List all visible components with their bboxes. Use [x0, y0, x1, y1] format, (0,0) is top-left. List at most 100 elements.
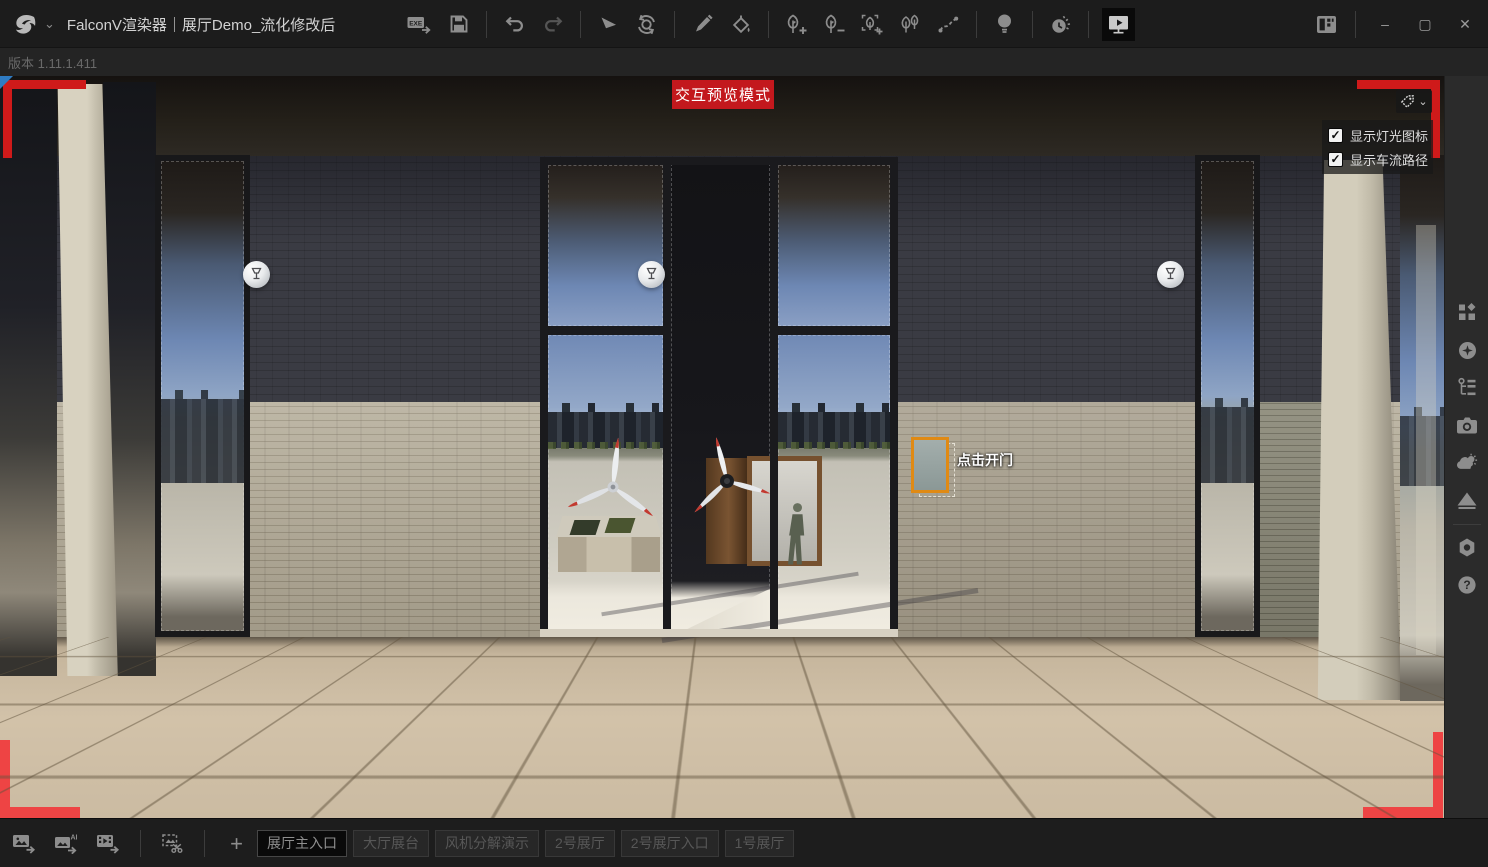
daylight-icon[interactable]	[1046, 10, 1075, 39]
checkbox-checked-icon[interactable]: ✓	[1328, 128, 1343, 143]
minimize-button[interactable]: –	[1370, 9, 1400, 39]
select-cursor-icon[interactable]	[594, 10, 623, 39]
scene-window-right	[1195, 155, 1260, 637]
version-label: 版本 1.11.1.411	[8, 53, 97, 72]
scene-mullion	[663, 163, 671, 637]
save-icon[interactable]	[444, 10, 473, 39]
weather-icon[interactable]	[1456, 451, 1478, 473]
viewpoint-tabs: 展厅主入口 大厅展台 风机分解演示 2号展厅 2号展厅入口 1号展厅	[257, 819, 794, 867]
capture-corner-top-left	[3, 80, 12, 158]
scene-pavement	[0, 637, 1444, 818]
main-toolbar: EXE	[406, 0, 1135, 48]
layout-panels-icon[interactable]	[1312, 10, 1341, 39]
export-exe-icon[interactable]: EXE	[406, 10, 435, 39]
window-title: FalconV渲染器｜展厅Demo_流化修改后	[67, 14, 335, 35]
toolbar-separator	[976, 11, 977, 38]
exhibit-pedestal	[558, 537, 660, 572]
checkbox-label: 显示灯光图标	[1350, 126, 1428, 145]
app-menu[interactable]: ⌄ FalconV渲染器｜展厅Demo_流化修改后	[8, 0, 335, 48]
scene-glass-far-left	[0, 80, 57, 676]
assets-icon[interactable]	[1456, 301, 1478, 323]
maximize-button[interactable]: ▢	[1410, 9, 1440, 39]
door-hotspot[interactable]	[911, 437, 949, 493]
scene-frame-top	[540, 157, 898, 165]
tab-hall-2-entrance[interactable]: 2号展厅入口	[621, 830, 719, 857]
scene-pane-upper-left	[548, 165, 663, 326]
tab-turbine-explode-demo[interactable]: 风机分解演示	[435, 830, 539, 857]
scene-mullion	[890, 157, 898, 637]
toolbar-separator	[1088, 11, 1089, 38]
light-bulb-icon[interactable]	[990, 10, 1019, 39]
door-hotspot-label[interactable]: 点击开门	[957, 450, 1013, 470]
scene-mullion-horizontal	[778, 326, 890, 335]
toolbar-separator	[768, 11, 769, 38]
exhibit-turbine-blades-left	[558, 432, 668, 542]
svg-text:?: ?	[1463, 578, 1470, 592]
svg-text:EXE: EXE	[409, 20, 423, 27]
light-marker-icon[interactable]	[243, 261, 270, 288]
light-marker-icon[interactable]	[638, 261, 665, 288]
titlebar: ⌄ FalconV渲染器｜展厅Demo_流化修改后 EXE	[0, 0, 1488, 48]
camera-icon[interactable]	[1456, 414, 1478, 436]
chevron-down-icon: ⌄	[1418, 95, 1427, 108]
undo-icon[interactable]	[500, 10, 529, 39]
scene-tree-icon[interactable]	[1456, 376, 1478, 398]
logo-chevron-icon[interactable]: ⌄	[44, 16, 55, 32]
scene-wall-base-shadow	[0, 637, 1444, 647]
tree-add-icon[interactable]	[782, 10, 811, 39]
scene-window-far-right	[1400, 155, 1444, 701]
scene-person	[786, 502, 809, 569]
toolbar-separator	[140, 830, 141, 857]
checkbox-show-light-icons[interactable]: ✓ 显示灯光图标	[1322, 123, 1433, 147]
tab-hall-2[interactable]: 2号展厅	[545, 830, 615, 857]
capture-corner-bottom-left	[0, 807, 80, 818]
preview-monitor-icon[interactable]	[1102, 8, 1135, 41]
tag-icon	[1400, 94, 1415, 109]
svg-text:AI: AI	[71, 835, 78, 842]
help-icon[interactable]: ?	[1456, 574, 1478, 596]
tag-menu-button[interactable]: ⌄	[1396, 90, 1432, 113]
export-video-icon[interactable]	[94, 829, 123, 858]
path-icon[interactable]	[934, 10, 963, 39]
right-sidebar: ?	[1444, 76, 1488, 818]
app-window: ⌄ FalconV渲染器｜展厅Demo_流化修改后 EXE	[0, 0, 1488, 867]
toolbar-separator	[204, 830, 205, 857]
paint-bucket-icon[interactable]	[726, 10, 755, 39]
terrain-icon[interactable]	[1456, 489, 1478, 511]
checkbox-checked-icon[interactable]: ✓	[1328, 152, 1343, 167]
checkbox-show-traffic-path[interactable]: ✓ 显示车流路径	[1322, 147, 1433, 171]
effects-icon[interactable]	[1456, 339, 1478, 361]
tab-lobby-booth[interactable]: 大厅展台	[353, 830, 429, 857]
exhibit-turbine-blades-door	[677, 431, 777, 531]
tab-exhibit-main-entrance[interactable]: 展厅主入口	[257, 830, 347, 857]
version-bar: 版本 1.11.1.411	[0, 48, 1488, 76]
tree-remove-icon[interactable]	[820, 10, 849, 39]
viewport-display-options: ✓ 显示灯光图标 ✓ 显示车流路径	[1322, 120, 1433, 174]
toolbar-separator	[580, 11, 581, 38]
viewport-3d[interactable]: 点击开门 交互预览模式 ⌄ ✓ 显示灯光图标 ✓ 显示车流路径	[0, 76, 1444, 818]
window-controls: – ▢ ✕	[1312, 0, 1480, 48]
redo-icon[interactable]	[538, 10, 567, 39]
export-image-ai-icon[interactable]: AI	[52, 829, 81, 858]
bottom-bar: AI + 展厅主入口 大厅展台 风机分解演示 2号展厅 2号展厅入口 1号展厅	[0, 818, 1488, 867]
scene-mullion	[770, 163, 778, 637]
light-marker-icon[interactable]	[1157, 261, 1184, 288]
close-button[interactable]: ✕	[1450, 9, 1480, 39]
scene-mullion	[540, 157, 548, 637]
settings-icon[interactable]	[1456, 536, 1478, 558]
capture-corner-top-left	[3, 80, 86, 89]
pen-icon[interactable]	[688, 10, 717, 39]
preview-mode-banner: 交互预览模式	[672, 80, 774, 109]
export-image-icon[interactable]	[10, 829, 39, 858]
tab-hall-1[interactable]: 1号展厅	[725, 830, 795, 857]
tree-marquee-icon[interactable]	[858, 10, 887, 39]
orbit-icon[interactable]	[632, 10, 661, 39]
crop-capture-icon[interactable]	[158, 829, 187, 858]
scene-threshold	[540, 629, 898, 637]
capture-corner-top-right	[1357, 80, 1440, 89]
sidebar-separator	[1453, 524, 1481, 525]
vegetation-group-icon[interactable]	[896, 10, 925, 39]
toolbar-separator	[1032, 11, 1033, 38]
add-viewpoint-icon[interactable]: +	[222, 829, 251, 858]
toolbar-separator	[486, 11, 487, 38]
